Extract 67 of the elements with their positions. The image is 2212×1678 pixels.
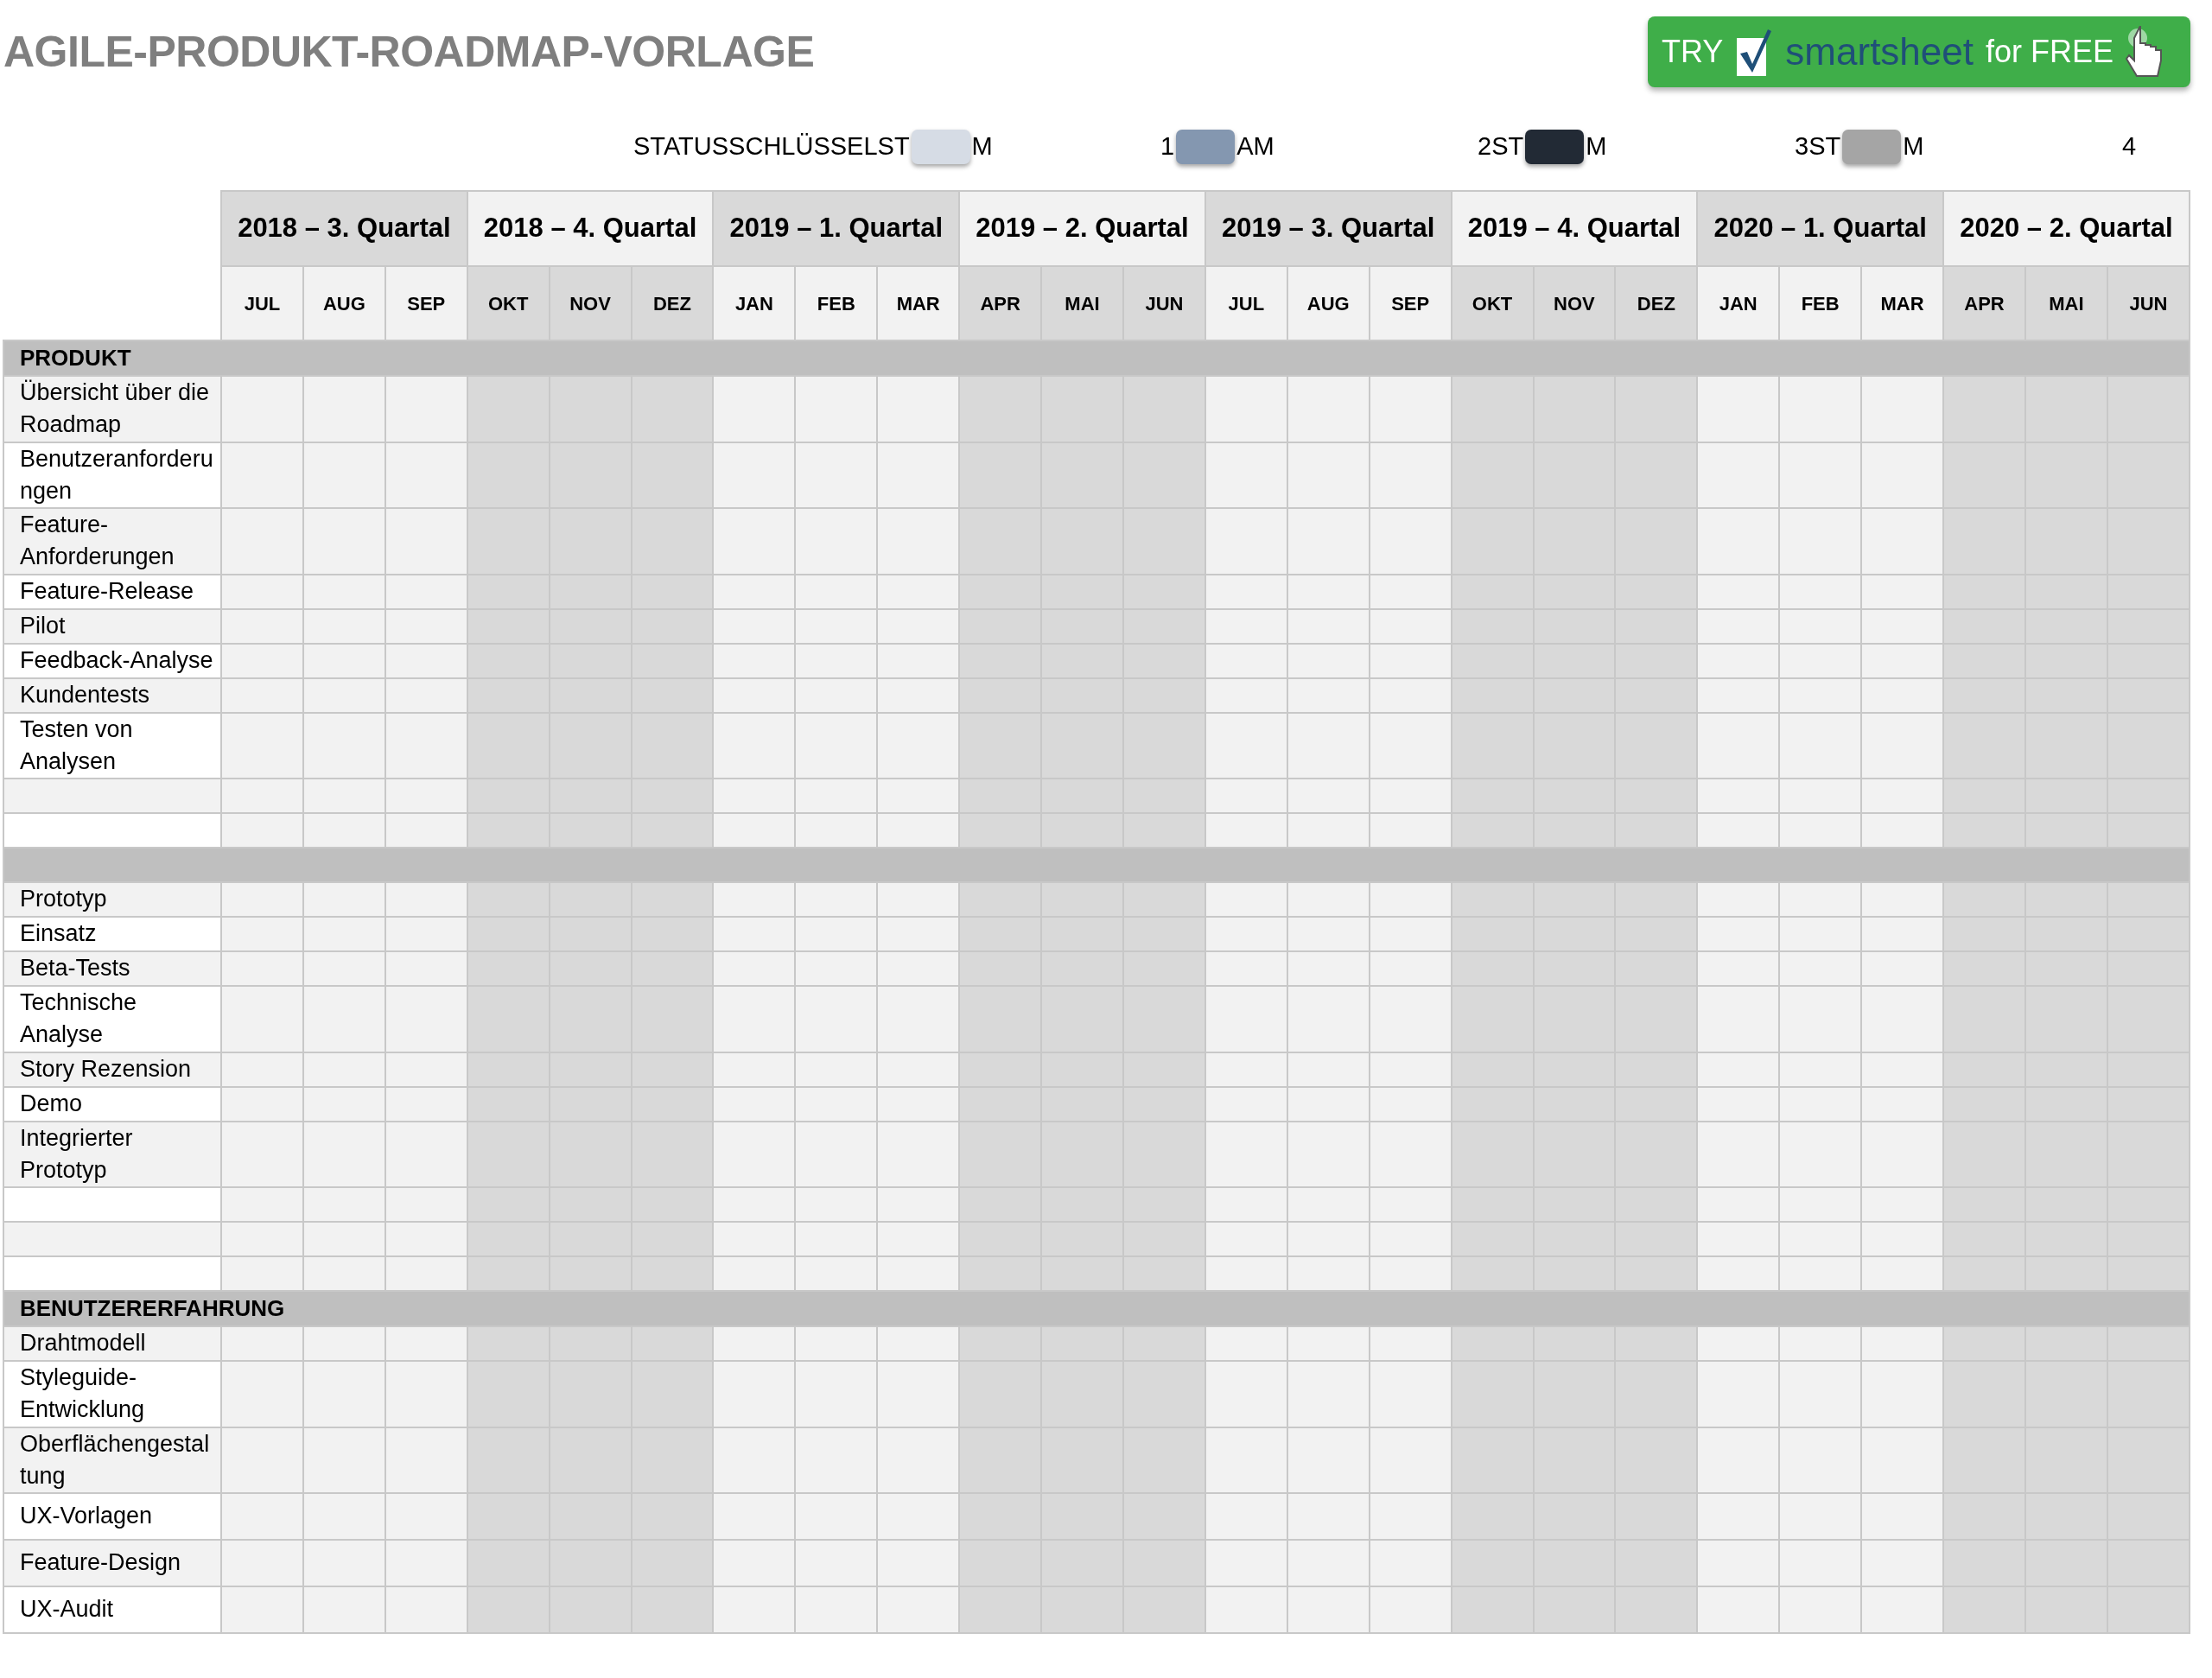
month-header: SEP xyxy=(385,266,467,340)
row-label: Beta-Tests xyxy=(3,951,221,986)
month-header: APR xyxy=(1943,266,2025,340)
row-label: Feature-Design xyxy=(3,1540,221,1586)
quarter-header: 2018 – 4. Quartal xyxy=(467,191,714,266)
quarter-header: 2019 – 3. Quartal xyxy=(1205,191,1452,266)
month-header: SEP xyxy=(1369,266,1452,340)
hand-cursor-icon xyxy=(2126,26,2164,78)
legend-label: 2ST xyxy=(1478,131,1524,162)
legend-label: 4 xyxy=(2122,131,2137,162)
month-header: JUN xyxy=(1122,266,1205,340)
row-label: Pilot xyxy=(3,608,221,644)
quarter-header: 2019 – 4. Quartal xyxy=(1451,191,1698,266)
month-header: NOV xyxy=(1533,266,1616,340)
month-header: JAN xyxy=(1697,266,1780,340)
promo-button[interactable]: TRY smartsheet for FREE xyxy=(1648,16,2190,87)
month-header: DEZ xyxy=(631,266,714,340)
row-label: UX-Audit xyxy=(3,1586,221,1633)
legend-label: M xyxy=(1903,131,1924,162)
month-header: NOV xyxy=(549,266,632,340)
row-label: Kundentests xyxy=(3,677,221,713)
row-label: Technische Analyse xyxy=(3,986,221,1052)
row-label: Übersicht über die Roadmap xyxy=(3,376,221,442)
month-header: FEB xyxy=(1779,266,1862,340)
month-header: MAR xyxy=(877,266,960,340)
quarter-header: 2020 – 1. Quartal xyxy=(1697,191,1944,266)
month-header: MAR xyxy=(1861,266,1944,340)
month-header: JUL xyxy=(221,266,303,340)
legend-label: AM xyxy=(1236,131,1274,162)
row-label: Integrierter Prototyp xyxy=(3,1121,221,1187)
row-label: Prototyp xyxy=(3,882,221,917)
month-header: OKT xyxy=(467,266,550,340)
legend-label: STATUSSCHLÜSSELST xyxy=(633,131,910,162)
row-label: Demo xyxy=(3,1086,221,1122)
row-label: Feature-Release xyxy=(3,574,221,609)
row-label: Drahtmodell xyxy=(3,1326,221,1361)
month-header: JAN xyxy=(713,266,796,340)
row-label: Story Rezension xyxy=(3,1052,221,1087)
legend-label: 3ST xyxy=(1795,131,1841,162)
row-label: UX-Vorlagen xyxy=(3,1493,221,1540)
legend-label: 1 xyxy=(1160,131,1175,162)
row-label: Einsatz xyxy=(3,917,221,951)
legend-label: M xyxy=(971,131,993,162)
row-label: Styleguide-Entwicklung xyxy=(3,1361,221,1427)
month-header: MAI xyxy=(2024,266,2107,340)
month-header: APR xyxy=(959,266,1042,340)
quarter-header: 2018 – 3. Quartal xyxy=(221,191,467,266)
month-header: AUG xyxy=(302,266,385,340)
quarter-header: 2019 – 2. Quartal xyxy=(959,191,1205,266)
month-header: JUL xyxy=(1205,266,1287,340)
page-title: AGILE-PRODUKT-ROADMAP-VORLAGE xyxy=(3,27,815,78)
month-header: DEZ xyxy=(1615,266,1698,340)
row-label: Oberflächengestaltung xyxy=(3,1427,221,1493)
quarter-header: 2019 – 1. Quartal xyxy=(713,191,960,266)
quarter-header: 2020 – 2. Quartal xyxy=(1943,191,2190,266)
month-header: JUN xyxy=(2107,266,2190,340)
row-label: Feedback-Analyse xyxy=(3,643,221,678)
month-header: MAI xyxy=(1041,266,1123,340)
row-label: Testen von Analysen xyxy=(3,712,221,779)
section-header: BENUTZERERFAHRUNG xyxy=(3,1291,2190,1326)
month-header: AUG xyxy=(1287,266,1370,340)
month-header: OKT xyxy=(1451,266,1534,340)
legend-label: M xyxy=(1586,131,1607,162)
row-label: Benutzeranforderungen xyxy=(3,442,221,508)
section-header: PRODUKT xyxy=(3,340,2190,376)
month-header: FEB xyxy=(795,266,878,340)
row-label: Feature-Anforderungen xyxy=(3,508,221,575)
